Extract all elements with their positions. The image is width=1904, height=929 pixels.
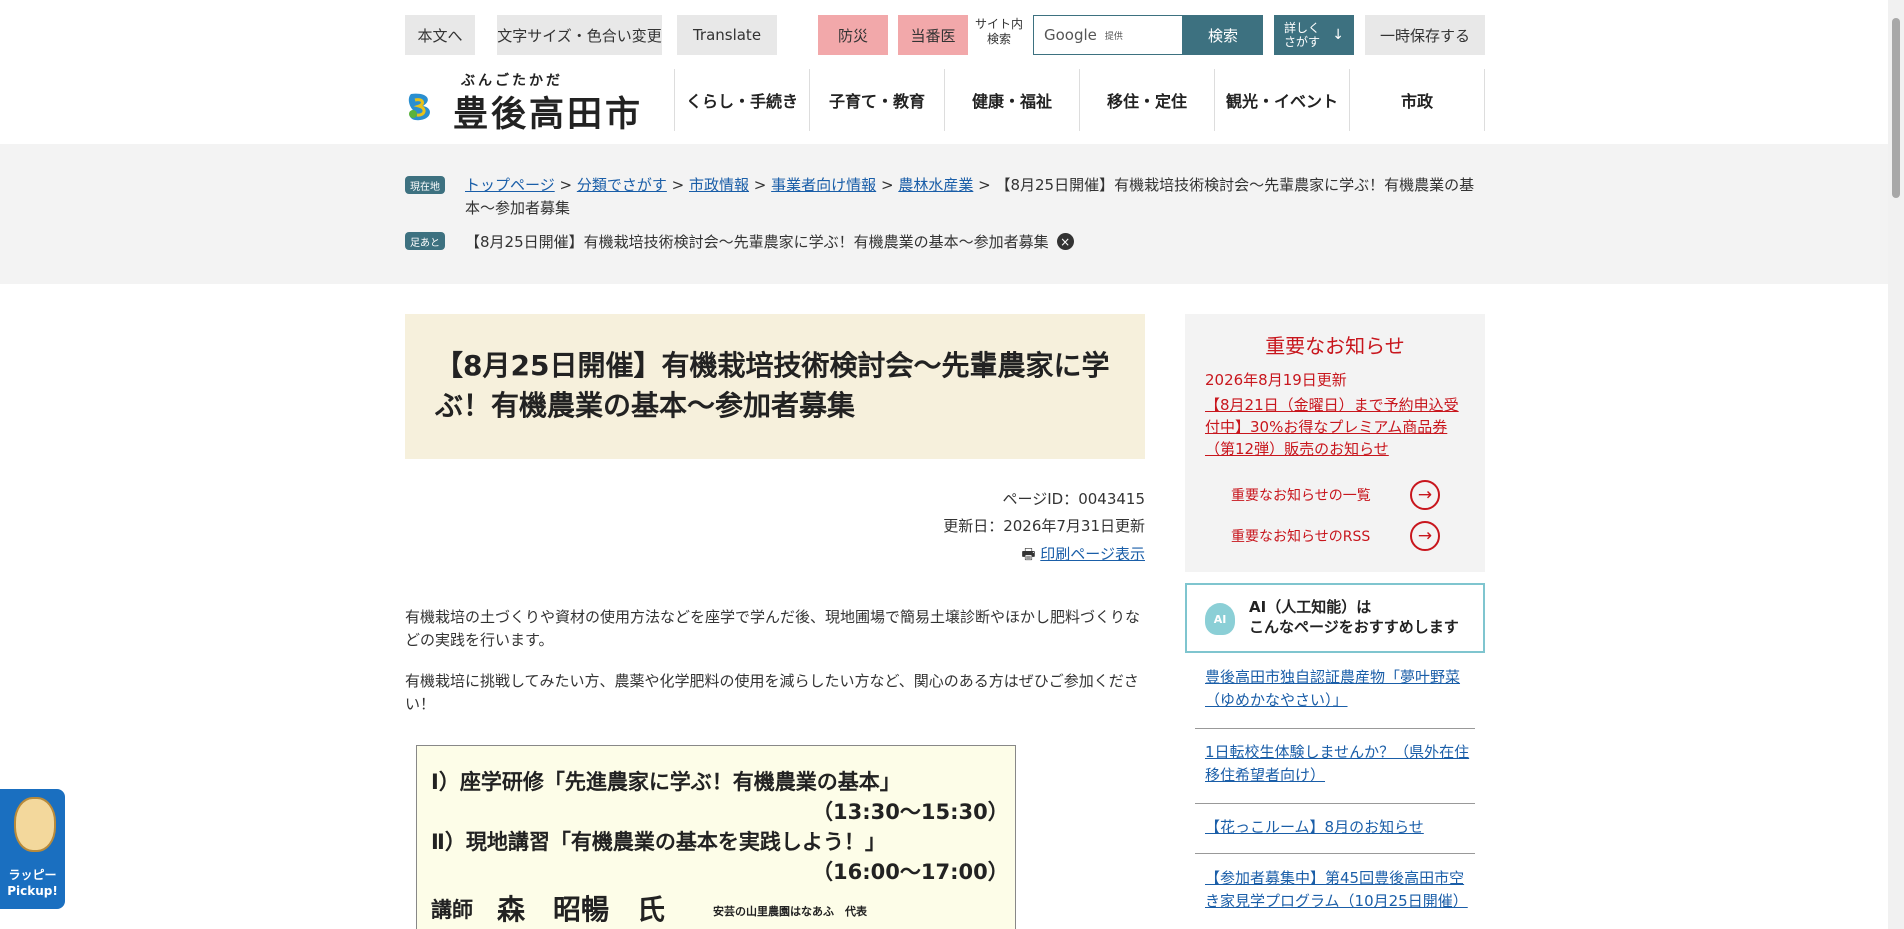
breadcrumb-link[interactable]: トップページ [465, 176, 555, 194]
logo-name: 豊後高田市 [453, 94, 644, 135]
pickup-label: ラッピー Pickup! [7, 868, 58, 898]
ai-recommend-title: AI（人工知能）は こんなページをおすすめします [1249, 598, 1459, 636]
site-logo[interactable]: ぶんごたかだ 豊後高田市 [405, 70, 645, 135]
detail-search-button[interactable]: 詳しく さがす ↓ [1274, 15, 1354, 55]
notice-title: 重要なお知らせ [1265, 334, 1405, 358]
close-icon[interactable]: × [1056, 233, 1074, 250]
nav-item-tourism[interactable]: 観光・イベント [1215, 69, 1350, 131]
notice-link[interactable]: 【8月21日（金曜日）まで予約申込受付中】30%お得なプレミアム商品券（第12弾… [1205, 394, 1465, 460]
global-nav: くらし・手続き 子育て・教育 健康・福祉 移住・定住 観光・イベント 市政 [674, 69, 1485, 131]
nav-item-life[interactable]: くらし・手続き [675, 69, 810, 131]
notice-list-link[interactable]: 重要なお知らせの一覧 → [1185, 480, 1485, 510]
page: 本文へ 文字サイズ・色合い変更 Translate 防災 当番医 サイト内 検索… [0, 0, 1904, 929]
breadcrumb-link[interactable]: 市政情報 [689, 176, 749, 194]
breadcrumb: トップページ > 分類でさがす > 市政情報 > 事業者向け情報 > 農林水産業… [465, 176, 1475, 217]
flyer-time-2: （16:00～17:00） [812, 860, 1009, 884]
nav-item-health[interactable]: 健康・福祉 [945, 69, 1080, 131]
body-paragraph-2: 有機栽培に挑戦してみたい方、農薬や化学肥料の使用を減らしたい方など、関心のある方… [405, 672, 1139, 713]
arrow-right-icon: → [1410, 521, 1440, 551]
search-placeholder: Google [1044, 26, 1097, 44]
flyer-line-2: Ⅱ）現地講習「有機農業の基本を実践しよう！」 [431, 830, 886, 854]
ai-head-icon: AI [1205, 603, 1235, 635]
history-tag: 足あと [405, 232, 445, 250]
pickup-badge[interactable]: ラッピー Pickup! [0, 789, 65, 909]
search-button[interactable]: 検索 [1183, 15, 1263, 55]
divider [1195, 803, 1475, 804]
duty-doctor-button[interactable]: 当番医 [898, 15, 968, 55]
site-search-label: サイト内 検索 [974, 17, 1023, 46]
page-title: 【8月25日開催】有機栽培技術検討会～先輩農家に学ぶ！有機農業の基本～参加者募集 [435, 349, 1110, 422]
breadcrumb-band: 現在地 トップページ > 分類でさがす > 市政情報 > 事業者向け情報 > 農… [0, 144, 1888, 284]
print-link[interactable]: 印刷ページ表示 [1040, 545, 1145, 563]
flyer-lecturer-org: 安芸の山里農園はなあふ 代表 [713, 905, 867, 918]
nav-item-city[interactable]: 市政 [1350, 69, 1485, 131]
disaster-button[interactable]: 防災 [818, 15, 888, 55]
body-paragraph-1: 有機栽培の土づくりや資材の使用方法などを座学で学んだ後、現地圃場で簡易土壌診断や… [405, 608, 1141, 649]
skip-to-content-button[interactable]: 本文へ [405, 15, 475, 55]
translate-button[interactable]: Translate [677, 15, 777, 55]
recommend-item: 【花っこルーム】8月のお知らせ [1205, 818, 1424, 836]
ai-recommend-header: AI AI（人工知能）は こんなページをおすすめします [1185, 583, 1485, 653]
mascot-icon [14, 797, 56, 852]
print-link-row: 🖶 印刷ページ表示 [405, 543, 1145, 569]
breadcrumb-link[interactable]: 農林水産業 [898, 176, 973, 194]
notice-rss-link[interactable]: 重要なお知らせのRSS → [1185, 521, 1485, 551]
arrow-right-icon: → [1410, 480, 1440, 510]
current-location-tag: 現在地 [405, 176, 445, 194]
arrow-down-icon: ↓ [1332, 27, 1344, 43]
divider [1195, 728, 1475, 729]
breadcrumb-link[interactable]: 事業者向け情報 [771, 176, 876, 194]
printer-icon: 🖶 [1021, 545, 1036, 563]
city-emblem-icon [408, 93, 430, 121]
nav-item-childcare[interactable]: 子育て・教育 [810, 69, 945, 131]
breadcrumb-link[interactable]: 分類でさがす [577, 176, 667, 194]
recommend-item: 豊後高田市独自認証農産物「夢叶野菜（ゆめかなやさい）」 [1205, 668, 1461, 709]
recommend-item: 【参加者募集中】第45回豊後高田市空き家見学プログラム（10月25日開催） [1205, 869, 1468, 910]
important-notice: 重要なお知らせ 2026年8月19日更新 【8月21日（金曜日）まで予約申込受付… [1185, 314, 1485, 572]
scrollbar-thumb[interactable] [1892, 18, 1900, 198]
recommend-item: 1日転校生体験しませんか？（県外在住移住希望者向け） [1205, 743, 1470, 784]
save-button[interactable]: 一時保存する [1365, 15, 1485, 55]
scrollbar[interactable] [1888, 0, 1904, 929]
text-size-button[interactable]: 文字サイズ・色合い変更 [497, 15, 662, 55]
event-flyer-image: Ⅰ）座学研修「先進農家に学ぶ！有機農業の基本」 （13:30～15:30） Ⅱ）… [416, 745, 1016, 929]
article-title-box: 【8月25日開催】有機栽培技術検討会～先輩農家に学ぶ！有機農業の基本～参加者募集 [405, 314, 1145, 459]
flyer-lecturer-label: 講師 [431, 898, 473, 922]
page-id: ページID：0043415 [1002, 490, 1145, 508]
history-item[interactable]: 【8月25日開催】有機栽培技術検討会～先輩農家に学ぶ！有機農業の基本～参加者募集 [465, 231, 1049, 252]
divider [1195, 853, 1475, 854]
search-input[interactable]: Google 提供 [1033, 15, 1183, 55]
utility-bar: 本文へ 文字サイズ・色合い変更 Translate 防災 当番医 サイト内 検索… [405, 15, 1485, 55]
search-powered-label: 提供 [1104, 31, 1123, 42]
flyer-lecturer-name: 森 昭暢 氏 [497, 893, 666, 926]
flyer-line-1: Ⅰ）座学研修「先進農家に学ぶ！有機農業の基本」 [431, 770, 901, 794]
notice-date: 2026年8月19日更新 [1205, 371, 1347, 389]
updated-date: 更新日：2026年7月31日更新 [943, 517, 1145, 535]
flyer-time-1: （13:30～15:30） [812, 800, 1009, 824]
nav-item-migration[interactable]: 移住・定住 [1080, 69, 1215, 131]
history-list: 【8月25日開催】有機栽培技術検討会～先輩農家に学ぶ！有機農業の基本～参加者募集… [465, 231, 1074, 252]
